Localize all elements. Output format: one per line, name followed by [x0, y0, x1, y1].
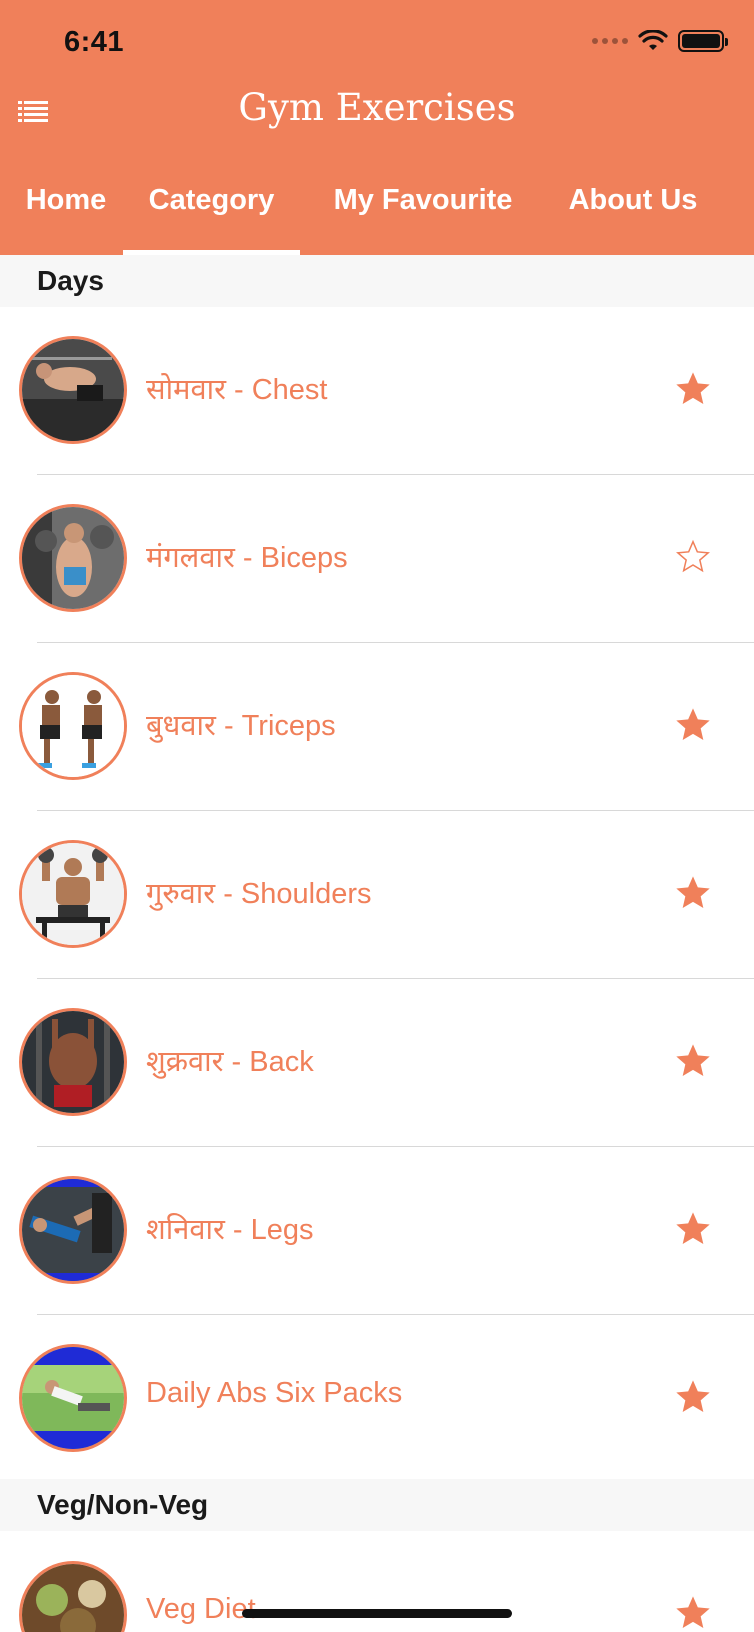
section-header-days: Days [0, 255, 754, 307]
list-item-chest[interactable]: सोमवार - Chest [0, 307, 754, 475]
status-icons [592, 30, 728, 52]
item-label: Veg Diet [146, 1593, 256, 1625]
legs-workout-thumbnail [19, 1176, 127, 1284]
veg-diet-thumbnail [19, 1561, 127, 1632]
item-label: बुधवार - Triceps [146, 710, 336, 742]
home-indicator[interactable] [242, 1609, 512, 1618]
item-label: सोमवार - Chest [146, 374, 328, 406]
star-filled-icon[interactable] [672, 369, 714, 409]
tab-label: My Favourite [333, 184, 513, 216]
biceps-workout-thumbnail [19, 504, 127, 612]
star-outline-icon[interactable] [672, 537, 714, 577]
star-filled-icon[interactable] [672, 1209, 714, 1249]
list-item-shoulders[interactable]: गुरुवार - Shoulders [0, 811, 754, 979]
star-filled-icon[interactable] [672, 705, 714, 745]
item-label: Daily Abs Six Packs [146, 1377, 403, 1409]
tab-about-us[interactable]: About Us [556, 178, 710, 255]
tab-home[interactable]: Home [18, 178, 114, 255]
list-item-triceps[interactable]: बुधवार - Triceps [0, 643, 754, 811]
tab-bar: Home Category My Favourite About Us [0, 178, 754, 255]
star-filled-icon[interactable] [672, 1593, 714, 1632]
list-item-biceps[interactable]: मंगलवार - Biceps [0, 475, 754, 643]
app-header: 6:41 Gym Exercises Home Category My Favo… [0, 0, 754, 255]
app-title: Gym Exercises [238, 86, 516, 129]
tab-my-favourite[interactable]: My Favourite [318, 178, 528, 255]
tab-category[interactable]: Category [123, 178, 300, 255]
triceps-workout-thumbnail [19, 672, 127, 780]
item-label: शुक्रवार - Back [146, 1046, 314, 1078]
star-filled-icon[interactable] [672, 873, 714, 913]
section-title: Veg/Non-Veg [37, 1489, 209, 1520]
item-label: गुरुवार - Shoulders [146, 878, 372, 910]
list-item-back[interactable]: शुक्रवार - Back [0, 979, 754, 1147]
section-title: Days [37, 265, 104, 296]
item-label: शनिवार - Legs [146, 1214, 314, 1246]
star-filled-icon[interactable] [672, 1041, 714, 1081]
list-item-daily-abs[interactable]: Daily Abs Six Packs [0, 1315, 754, 1483]
chest-workout-thumbnail [19, 336, 127, 444]
tab-label: Home [25, 184, 107, 216]
status-time: 6:41 [64, 26, 125, 58]
back-workout-thumbnail [19, 1008, 127, 1116]
shoulders-workout-thumbnail [19, 840, 127, 948]
star-filled-icon[interactable] [672, 1377, 714, 1417]
wifi-icon [638, 30, 668, 50]
tab-label: About Us [568, 184, 698, 216]
list-item-legs[interactable]: शनिवार - Legs [0, 1147, 754, 1315]
abs-workout-thumbnail [19, 1344, 127, 1452]
battery-icon [678, 30, 728, 52]
item-label: मंगलवार - Biceps [146, 542, 348, 574]
signal-icon [592, 38, 628, 44]
section-header-veg-non-veg: Veg/Non-Veg [0, 1479, 754, 1531]
tab-label: Category [148, 184, 275, 216]
